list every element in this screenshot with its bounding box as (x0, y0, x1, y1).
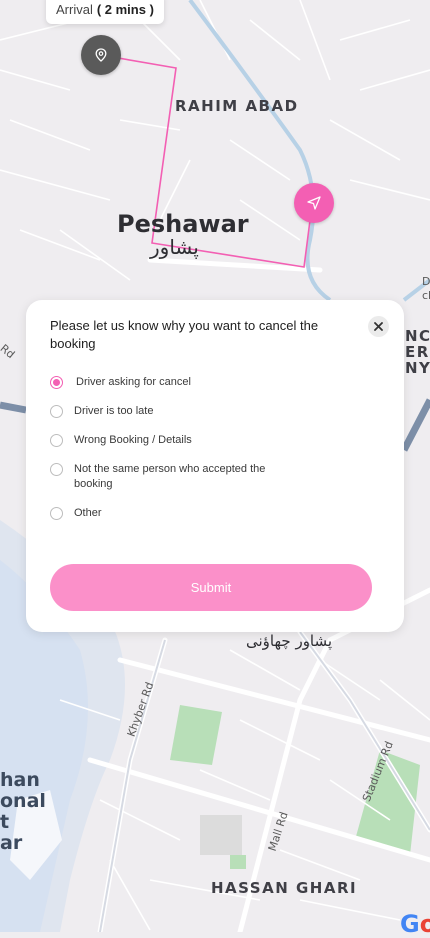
reason-option-driver-asking[interactable]: Driver asking for cancel (50, 376, 370, 390)
close-icon (374, 322, 383, 331)
dialog-title: Please let us know why you want to cance… (50, 318, 319, 351)
cancel-reason-options: Driver asking for cancel Driver is too l… (50, 376, 370, 536)
google-logo-letter: G (400, 910, 420, 938)
reason-label: Driver asking for cancel (76, 376, 191, 388)
reason-label: Wrong Booking / Details (74, 434, 192, 446)
radio-button[interactable] (50, 434, 63, 447)
reason-label: Driver is too late (74, 405, 154, 417)
reason-option-driver-late[interactable]: Driver is too late (50, 405, 370, 419)
google-attribution-logo: Go (400, 910, 430, 938)
map-label-peshawar-urdu: پشاور (150, 235, 199, 259)
cancel-booking-dialog: Please let us know why you want to cance… (26, 300, 404, 632)
radio-button[interactable] (50, 405, 63, 418)
arrival-time-chip: Arrival ( 2 mins ) (46, 0, 164, 24)
radio-button[interactable] (50, 463, 63, 476)
reason-option-other[interactable]: Other (50, 507, 370, 521)
pickup-marker[interactable] (81, 35, 121, 75)
arrival-time: ( 2 mins ) (96, 1, 154, 17)
radio-button-selected[interactable] (50, 376, 63, 389)
arrival-label: Arrival (56, 1, 93, 17)
reason-option-different-person[interactable]: Not the same person who accepted the boo… (50, 463, 370, 492)
location-pin-icon (95, 48, 107, 62)
reason-option-wrong-booking[interactable]: Wrong Booking / Details (50, 434, 370, 448)
map-label-left-partial: han onal t ar (0, 769, 46, 854)
map-label-cantonment-urdu: پشاور چھاؤنی (246, 632, 333, 650)
map-label-hassan-ghari: HASSAN GHARI (211, 879, 358, 897)
driver-marker[interactable] (294, 183, 334, 223)
map-label-rahim-abad: RAHIM ABAD (175, 97, 299, 115)
reason-label: Other (74, 507, 102, 519)
radio-button[interactable] (50, 507, 63, 520)
google-logo-letter: o (419, 910, 430, 938)
map-label-peshawar: Peshawar (117, 210, 249, 238)
map-label-right-partial: NCE ERS NY (405, 327, 430, 377)
map-label-d-partial: D cl (422, 275, 430, 302)
reason-label: Not the same person who accepted the boo… (74, 463, 266, 490)
navigation-arrow-icon (307, 196, 321, 210)
submit-button[interactable]: Submit (50, 564, 372, 611)
close-button[interactable] (368, 316, 389, 337)
